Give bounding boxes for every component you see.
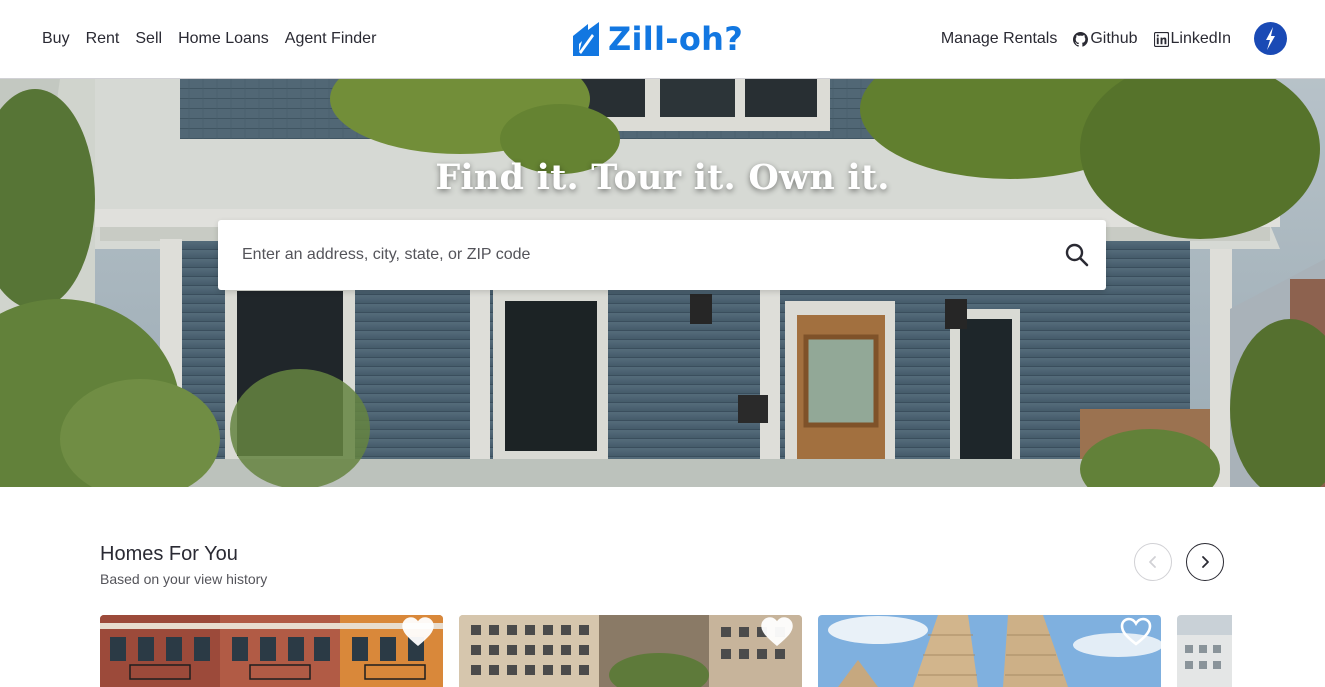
site-logo[interactable]: Zill-oh? xyxy=(571,20,743,58)
heart-icon[interactable] xyxy=(1119,617,1153,647)
homes-for-you-title: Homes For You xyxy=(100,543,238,565)
chevron-left-icon xyxy=(1149,556,1156,568)
primary-nav: Buy Rent Sell Home Loans Agent Finder xyxy=(34,0,384,78)
hero-title: Find it. Tour it. Own it. xyxy=(435,157,890,198)
hero-banner: Find it. Tour it. Own it. xyxy=(0,79,1325,487)
search-bar xyxy=(218,220,1106,290)
secondary-nav: Manage Rentals Github LinkedIn xyxy=(933,0,1239,78)
nav-agent-finder-link[interactable]: Agent Finder xyxy=(277,0,385,78)
chevron-right-icon xyxy=(1202,556,1209,568)
lightning-bolt-icon xyxy=(1254,22,1287,55)
home-photo xyxy=(1177,615,1232,687)
linkedin-icon xyxy=(1153,31,1169,47)
github-icon xyxy=(1073,31,1089,47)
home-photo xyxy=(100,615,443,687)
logo-text: Zill-oh? xyxy=(608,20,744,58)
home-card[interactable] xyxy=(1177,615,1232,687)
nav-rent-link[interactable]: Rent xyxy=(78,0,128,78)
nav-buy-link[interactable]: Buy xyxy=(34,0,78,78)
nav-linkedin-link[interactable]: LinkedIn xyxy=(1146,0,1240,78)
homes-carousel xyxy=(100,615,1232,687)
home-card[interactable] xyxy=(818,615,1161,687)
heart-icon[interactable] xyxy=(401,617,435,647)
nav-home-loans-link[interactable]: Home Loans xyxy=(170,0,277,78)
carousel-prev-button[interactable] xyxy=(1134,543,1172,581)
home-photo xyxy=(459,615,802,687)
manage-rentals-label: Manage Rentals xyxy=(940,30,1058,47)
github-label: Github xyxy=(1090,30,1138,47)
search-icon[interactable] xyxy=(1064,242,1090,268)
top-nav-bar: Buy Rent Sell Home Loans Agent Finder Zi… xyxy=(0,0,1325,79)
nav-sell-link[interactable]: Sell xyxy=(127,0,170,78)
home-photo xyxy=(818,615,1161,687)
nav-manage-rentals-link[interactable]: Manage Rentals xyxy=(933,0,1066,78)
linkedin-label: LinkedIn xyxy=(1170,30,1232,47)
heart-icon[interactable] xyxy=(760,617,794,647)
carousel-next-button[interactable] xyxy=(1186,543,1224,581)
address-search-input[interactable] xyxy=(242,235,1042,275)
home-card[interactable] xyxy=(459,615,802,687)
home-card[interactable] xyxy=(100,615,443,687)
nav-github-link[interactable]: Github xyxy=(1065,0,1145,78)
user-avatar[interactable] xyxy=(1254,22,1287,55)
house-logo-icon xyxy=(573,22,599,56)
homes-for-you-subtitle: Based on your view history xyxy=(100,571,268,587)
